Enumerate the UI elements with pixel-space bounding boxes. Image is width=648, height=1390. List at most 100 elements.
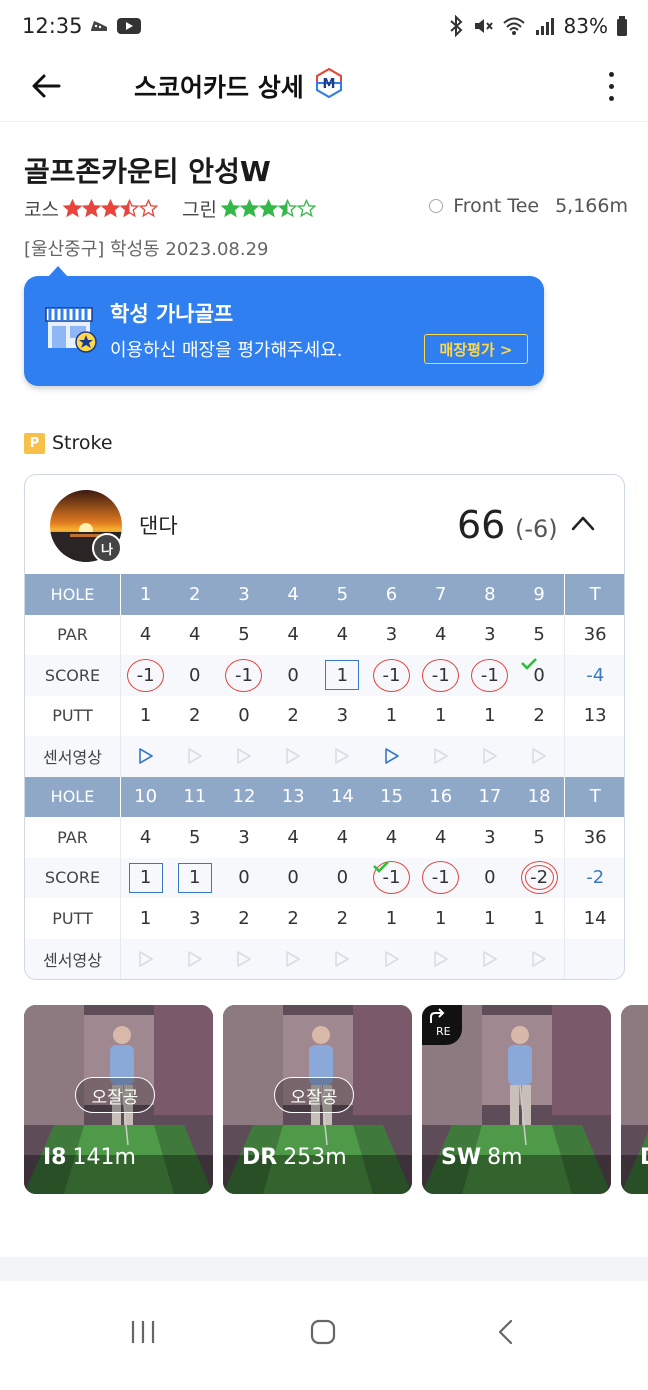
shot-video-card[interactable]: 오잘공 DR 253m xyxy=(223,1005,412,1194)
more-menu-button[interactable] xyxy=(596,64,626,108)
par-cell: 5 xyxy=(189,826,201,848)
sensor-video-cell xyxy=(416,939,465,980)
chevron-up-icon[interactable] xyxy=(570,513,596,533)
shot-distance: 8m xyxy=(487,1145,523,1170)
hole-number: 8 xyxy=(484,583,496,605)
sensor-video-cell xyxy=(465,736,514,777)
replay-label: RE xyxy=(436,1025,451,1038)
score-cell: -2 xyxy=(515,858,564,899)
score-value: 0 xyxy=(287,867,299,889)
putt-cell: 1 xyxy=(484,705,496,727)
wifi-icon xyxy=(502,17,525,35)
shot-video-card[interactable]: D xyxy=(621,1005,648,1194)
hole-number: 12 xyxy=(232,786,256,808)
sensor-video-cell xyxy=(318,939,367,980)
sensor-video-cell xyxy=(318,736,367,777)
course-star-icon xyxy=(119,199,139,218)
score-mark-eagle: -2 xyxy=(520,861,558,895)
total-cell: 14 xyxy=(563,898,624,939)
score-cell: 0 xyxy=(269,655,318,696)
status-bar: 12:35 83% xyxy=(0,0,648,56)
play-icon[interactable] xyxy=(138,748,154,765)
store-review-button[interactable]: 매장평가 > xyxy=(424,334,528,364)
shot-distance: 141m xyxy=(72,1145,136,1170)
tee-label: Front Tee xyxy=(453,195,540,217)
play-icon xyxy=(433,950,448,967)
table-row: PUTT 1 2 0 2 3 1 1 1 2 13 xyxy=(25,695,624,736)
putt-cell: 3 xyxy=(189,907,201,929)
score-to-par: (-6) xyxy=(515,515,558,543)
hole-number: 5 xyxy=(336,583,349,605)
recent-apps-icon[interactable] xyxy=(130,1319,156,1345)
club-name: D xyxy=(640,1145,648,1170)
club-name: SW xyxy=(441,1145,482,1170)
par-cell: 3 xyxy=(238,826,250,848)
par-cell: 5 xyxy=(238,624,250,646)
store-review-message: 이용하신 매장을 평가해주세요. xyxy=(110,340,343,361)
green-star-icon xyxy=(296,199,316,218)
par-cell: 4 xyxy=(336,826,349,848)
score-cell: 0 xyxy=(318,858,367,899)
play-icon[interactable] xyxy=(384,748,400,765)
play-mode-label: Stroke xyxy=(52,432,113,454)
table-row: 센서영상 xyxy=(25,938,624,980)
putt-cell: 1 xyxy=(385,907,398,929)
score-cell: 0 xyxy=(465,858,514,899)
putt-cell: 2 xyxy=(287,907,299,929)
total-cell: -2 xyxy=(563,857,624,898)
green-star-icon xyxy=(277,199,297,218)
score-cell: 0 xyxy=(515,655,564,696)
putt-cell: 2 xyxy=(336,907,349,929)
play-icon xyxy=(335,748,350,765)
table-row: SCORE 1 1 0 0 0 -1 -1 0 -2 -2 xyxy=(25,857,624,899)
tee-dot-icon xyxy=(429,199,444,213)
scorecard-table: HOLE 1 2 3 4 5 6 7 8 9 T PAR 4 4 5 4 4 3 4 3 5 36 SCORE -1 0 -1 0 1… xyxy=(25,574,624,980)
sensor-video-cell xyxy=(367,939,416,980)
course-star-icon xyxy=(138,199,158,218)
sensor-video-label: 센서영상 xyxy=(25,938,121,979)
par-cell: 4 xyxy=(336,624,349,646)
green-rating-stars xyxy=(220,199,316,218)
putt-cell: 2 xyxy=(189,705,201,727)
app-bar: 스코어카드 상세 M xyxy=(0,56,648,122)
back-nav-icon[interactable] xyxy=(494,1319,520,1345)
shot-distance: 253m xyxy=(283,1145,347,1170)
course-star-icon xyxy=(100,199,120,218)
page-title: 스코어카드 상세 xyxy=(134,73,304,102)
score-mark-bogey: 1 xyxy=(128,862,163,893)
score-mark-birdie: -1 xyxy=(471,658,509,692)
par-cell: 3 xyxy=(484,624,496,646)
shot-video-card[interactable]: RE SW 8m xyxy=(422,1005,611,1194)
par-cell: 4 xyxy=(139,826,152,848)
sensor-video-cell xyxy=(465,939,514,980)
back-button[interactable] xyxy=(26,66,66,106)
table-row: SCORE -1 0 -1 0 1 -1 -1 -1 0 -4 xyxy=(25,655,624,696)
hole-number: 11 xyxy=(183,786,207,808)
par-label: PAR xyxy=(25,614,121,655)
sensor-video-cell[interactable] xyxy=(367,736,416,777)
score-cell: -1 xyxy=(367,655,416,696)
table-row: 센서영상 xyxy=(25,736,624,777)
checkmark-icon xyxy=(520,658,537,670)
shot-video-card[interactable]: 오잘공 I8 141m xyxy=(24,1005,213,1194)
table-row: HOLE 10 11 12 13 14 15 16 17 18 T xyxy=(25,776,624,817)
sensor-video-cell[interactable] xyxy=(121,736,170,777)
par-cell: 4 xyxy=(385,826,398,848)
putt-cell: 1 xyxy=(484,907,496,929)
green-rating-label: 그린 xyxy=(182,199,217,221)
par-cell: 5 xyxy=(533,624,545,646)
sensor-video-cell xyxy=(121,939,170,980)
hole-number: 1 xyxy=(139,583,152,605)
putt-label: PUTT xyxy=(25,695,121,736)
putt-cell: 1 xyxy=(434,705,447,727)
course-rating-label: 코스 xyxy=(24,199,59,221)
checkmark-icon xyxy=(373,860,389,873)
store-review-banner[interactable]: 학성 가나골프 이용하신 매장을 평가해주세요. 매장평가 > xyxy=(24,266,544,386)
player-summary[interactable]: 나 댄다 66 (-6) xyxy=(25,475,624,574)
par-cell: 5 xyxy=(533,826,545,848)
par-cell: 3 xyxy=(385,624,398,646)
home-icon[interactable] xyxy=(310,1319,336,1345)
table-row: HOLE 1 2 3 4 5 6 7 8 9 T xyxy=(25,574,624,615)
par-cell: 3 xyxy=(484,826,496,848)
hole-number: 7 xyxy=(434,583,447,605)
